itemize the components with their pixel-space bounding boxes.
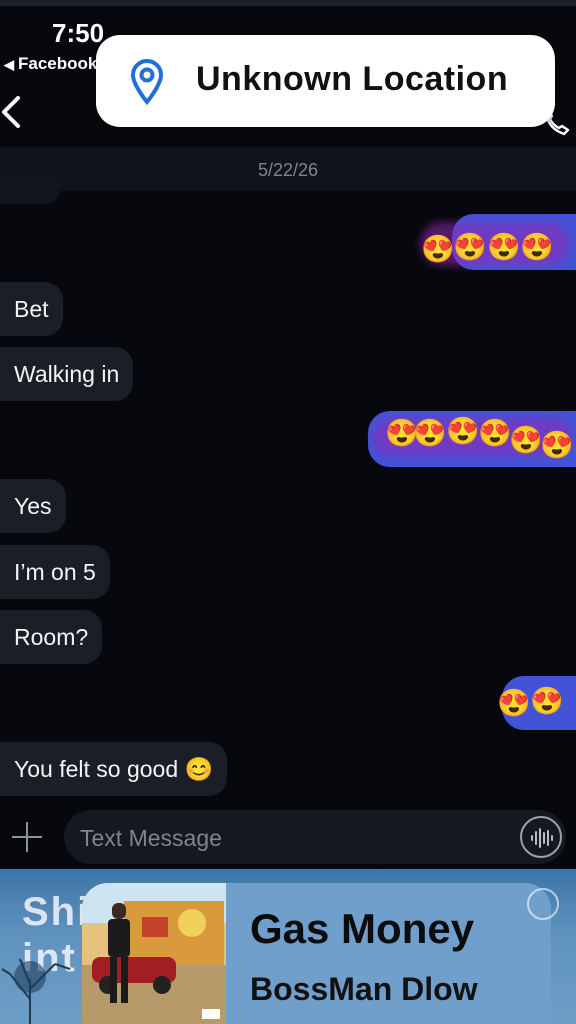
heart-eyes-emoji: 😍	[421, 234, 455, 264]
location-banner: Unknown Location	[96, 35, 555, 127]
play-icon[interactable]	[527, 888, 559, 920]
top-strip	[0, 0, 576, 6]
song-artist: BossMan Dlow	[250, 971, 478, 1007]
heart-eyes-emoji: 😍	[509, 425, 543, 455]
heart-eyes-emoji: 😍	[530, 686, 564, 716]
partial-message-bubble	[0, 180, 60, 204]
album-art	[82, 883, 226, 1024]
incoming-message-5[interactable]: Yes	[0, 479, 66, 533]
now-playing-card[interactable]: Gas Money BossMan Dlow	[82, 883, 551, 1024]
tree-silhouette	[1, 958, 71, 1024]
location-label: Unknown Location	[196, 60, 509, 98]
message-field	[64, 810, 566, 866]
incoming-message-9[interactable]: You felt so good 😊	[0, 742, 228, 796]
chevron-left-icon[interactable]	[0, 92, 28, 132]
thread-date: 5/22/26	[257, 160, 319, 180]
heart-eyes-emoji: 😍	[478, 418, 512, 448]
status-time: 7:50	[52, 18, 105, 48]
back-triangle-icon: ◀	[4, 57, 14, 72]
heart-eyes-emoji: 😍	[446, 416, 480, 446]
heart-eyes-emoji: 😍	[497, 688, 531, 718]
voice-waveform-icon[interactable]	[520, 816, 562, 858]
incoming-message-7[interactable]: Room?	[0, 610, 103, 664]
back-app-label: Facebook	[18, 54, 98, 73]
plus-icon[interactable]	[10, 820, 44, 854]
back-to-app-link[interactable]: ◀ Facebook	[4, 54, 97, 74]
heart-eyes-emoji: 😍	[520, 232, 554, 262]
incoming-message-3[interactable]: Walking in	[0, 347, 134, 401]
now-playing-overlay: Shi int Gas Money BossMan Dlow	[0, 869, 576, 1024]
message-input[interactable]	[78, 810, 502, 866]
incoming-message-2[interactable]: Bet	[0, 282, 63, 336]
heart-eyes-emoji: 😍	[453, 232, 487, 262]
location-pin-icon	[130, 59, 164, 106]
heart-eyes-emoji: 😍	[413, 418, 447, 448]
incoming-message-6[interactable]: I’m on 5	[0, 545, 110, 599]
song-title: Gas Money	[250, 905, 475, 952]
heart-eyes-emoji: 😍	[540, 430, 574, 460]
heart-eyes-emoji: 😍	[487, 232, 521, 262]
